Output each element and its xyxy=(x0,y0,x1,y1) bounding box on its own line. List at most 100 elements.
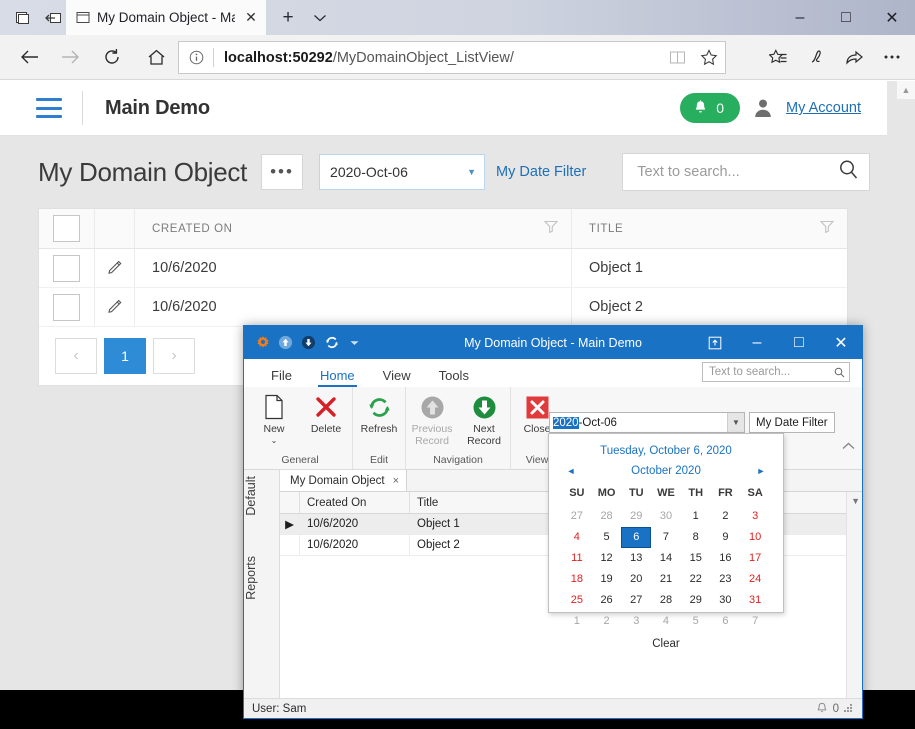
table-row[interactable]: 10/6/2020 Object 2 xyxy=(39,288,847,327)
row-checkbox[interactable] xyxy=(53,293,80,321)
search-icon[interactable] xyxy=(838,159,859,185)
more-options-icon[interactable] xyxy=(873,39,911,75)
address-bar[interactable]: localhost:50292/MyDomainObject_ListView/ xyxy=(178,41,726,74)
calendar-day[interactable]: 4 xyxy=(562,527,592,548)
calendar-day[interactable]: 29 xyxy=(681,590,711,611)
resize-grip-icon[interactable] xyxy=(844,703,854,714)
app-gear-icon[interactable] xyxy=(254,334,271,351)
calendar-day[interactable]: 16 xyxy=(711,548,741,569)
calendar-day[interactable]: 1 xyxy=(562,611,592,632)
my-account-link[interactable]: My Account xyxy=(786,100,861,116)
refresh-button[interactable]: Refresh xyxy=(353,392,405,436)
calendar-day[interactable]: 26 xyxy=(592,590,622,611)
row-select-cell[interactable] xyxy=(39,288,95,326)
filter-icon[interactable] xyxy=(543,220,559,238)
chevron-down-icon[interactable] xyxy=(304,0,336,35)
restore-ribbon-button[interactable] xyxy=(694,326,736,359)
maximize-button[interactable]: □ xyxy=(823,0,869,35)
more-actions-button[interactable]: ••• xyxy=(261,154,304,190)
tab-view[interactable]: View xyxy=(369,368,425,387)
calendar-day[interactable]: 19 xyxy=(592,569,622,590)
calendar-day[interactable]: 22 xyxy=(681,569,711,590)
calendar-day[interactable]: 3 xyxy=(740,506,770,527)
calendar-prev-month-icon[interactable]: ◄ xyxy=(563,466,579,476)
document-tab-my-domain-object[interactable]: My Domain Object × xyxy=(280,470,408,491)
calendar-day[interactable]: 25 xyxy=(562,590,592,611)
calendar-day[interactable]: 11 xyxy=(562,548,592,569)
calendar-day[interactable]: 5 xyxy=(681,611,711,632)
notification-badge[interactable]: 0 xyxy=(680,93,741,123)
calendar-day[interactable]: 27 xyxy=(562,506,592,527)
up-arrow-icon[interactable] xyxy=(277,334,294,351)
minimize-button[interactable]: – xyxy=(777,0,823,35)
calendar-day-selected[interactable]: 6 xyxy=(621,527,652,548)
down-arrow-icon[interactable] xyxy=(300,334,317,351)
new-button[interactable]: New ⌄ xyxy=(248,392,300,444)
date-editor-dropdown-button[interactable]: ▼ xyxy=(727,413,744,432)
calendar-day[interactable]: 18 xyxy=(562,569,592,590)
calendar-day[interactable]: 3 xyxy=(621,611,651,632)
winforms-titlebar[interactable]: My Domain Object - Main Demo – □ ✕ xyxy=(244,326,862,359)
refresh-icon[interactable] xyxy=(94,39,130,75)
back-icon[interactable] xyxy=(12,39,48,75)
calendar-day[interactable]: 1 xyxy=(681,506,711,527)
tab-home[interactable]: Home xyxy=(306,368,369,387)
close-button[interactable]: ✕ xyxy=(869,0,915,35)
calendar-day[interactable]: 13 xyxy=(621,548,651,569)
avatar[interactable] xyxy=(752,97,774,119)
calendar-day[interactable]: 5 xyxy=(592,527,622,548)
close-icon[interactable]: ✕ xyxy=(242,9,260,27)
qat-dropdown-icon[interactable] xyxy=(346,334,363,351)
calendar-day[interactable]: 20 xyxy=(621,569,651,590)
calendar-day[interactable]: 23 xyxy=(711,569,741,590)
minimize-button[interactable]: – xyxy=(736,326,778,359)
calendar-clear-button[interactable]: Clear xyxy=(549,632,783,650)
calendar-day[interactable]: 2 xyxy=(592,611,622,632)
calendar-grid[interactable]: SU MO TU WE TH FR SA 27 28 29 30 1 2 3 4 5 6 7 8 9 10 11 12 13 1… xyxy=(549,479,783,632)
chevron-down-icon[interactable]: ⌄ xyxy=(271,436,278,444)
calendar-day[interactable]: 2 xyxy=(711,506,741,527)
side-tab-reports[interactable]: Reports xyxy=(244,556,280,600)
calendar-next-month-icon[interactable]: ► xyxy=(753,466,769,476)
web-notes-pen-icon[interactable] xyxy=(797,39,835,75)
table-row[interactable]: 10/6/2020 Object 1 xyxy=(39,249,847,288)
tab-file[interactable]: File xyxy=(257,368,306,387)
date-editor-input[interactable]: 2020-Oct-06 ▼ xyxy=(549,412,745,433)
browser-tab[interactable]: My Domain Object - Ma ✕ xyxy=(66,0,266,35)
search-input[interactable]: Text to search... xyxy=(637,164,838,180)
grid-vertical-scrollbar[interactable]: ▼ xyxy=(846,492,862,698)
new-tab-button[interactable]: + xyxy=(272,0,304,35)
calendar-day[interactable]: 8 xyxy=(681,527,711,548)
tab-tools[interactable]: Tools xyxy=(425,368,483,387)
column-header-created-on[interactable]: CREATED ON xyxy=(135,209,572,248)
reading-view-icon[interactable] xyxy=(661,42,693,73)
calendar-day[interactable]: 31 xyxy=(740,590,770,611)
select-all-checkbox[interactable] xyxy=(53,215,80,242)
close-icon[interactable]: × xyxy=(393,475,399,487)
calendar-day[interactable]: 7 xyxy=(651,527,681,548)
calendar-day[interactable]: 27 xyxy=(621,590,651,611)
calendar-day[interactable]: 29 xyxy=(621,506,651,527)
ribbon-search-input[interactable]: Text to search... xyxy=(709,366,834,378)
calendar-day[interactable]: 4 xyxy=(651,611,681,632)
calendar-day[interactable]: 28 xyxy=(592,506,622,527)
row-select-cell[interactable] xyxy=(39,249,95,287)
refresh-icon[interactable] xyxy=(323,334,340,351)
column-header-title[interactable]: TITLE xyxy=(572,209,847,248)
side-tab-default[interactable]: Default xyxy=(244,476,280,516)
close-button[interactable]: ✕ xyxy=(820,326,862,359)
pager-prev-button[interactable]: ‹ xyxy=(55,338,97,374)
filter-icon[interactable] xyxy=(819,220,835,238)
calendar-day[interactable]: 21 xyxy=(651,569,681,590)
calendar-month-label[interactable]: October 2020 xyxy=(579,465,753,477)
maximize-button[interactable]: □ xyxy=(778,326,820,359)
calendar-day[interactable]: 15 xyxy=(681,548,711,569)
calendar-day[interactable]: 17 xyxy=(740,548,770,569)
favorites-hub-icon[interactable] xyxy=(759,39,797,75)
pager-page-1[interactable]: 1 xyxy=(104,338,146,374)
home-icon[interactable] xyxy=(138,39,174,75)
calendar-day[interactable]: 9 xyxy=(711,527,741,548)
date-filter-input[interactable]: 2020-Oct-06 ▼ xyxy=(319,154,486,190)
calendar-day[interactable]: 6 xyxy=(711,611,741,632)
calendar-day[interactable]: 10 xyxy=(740,527,770,548)
